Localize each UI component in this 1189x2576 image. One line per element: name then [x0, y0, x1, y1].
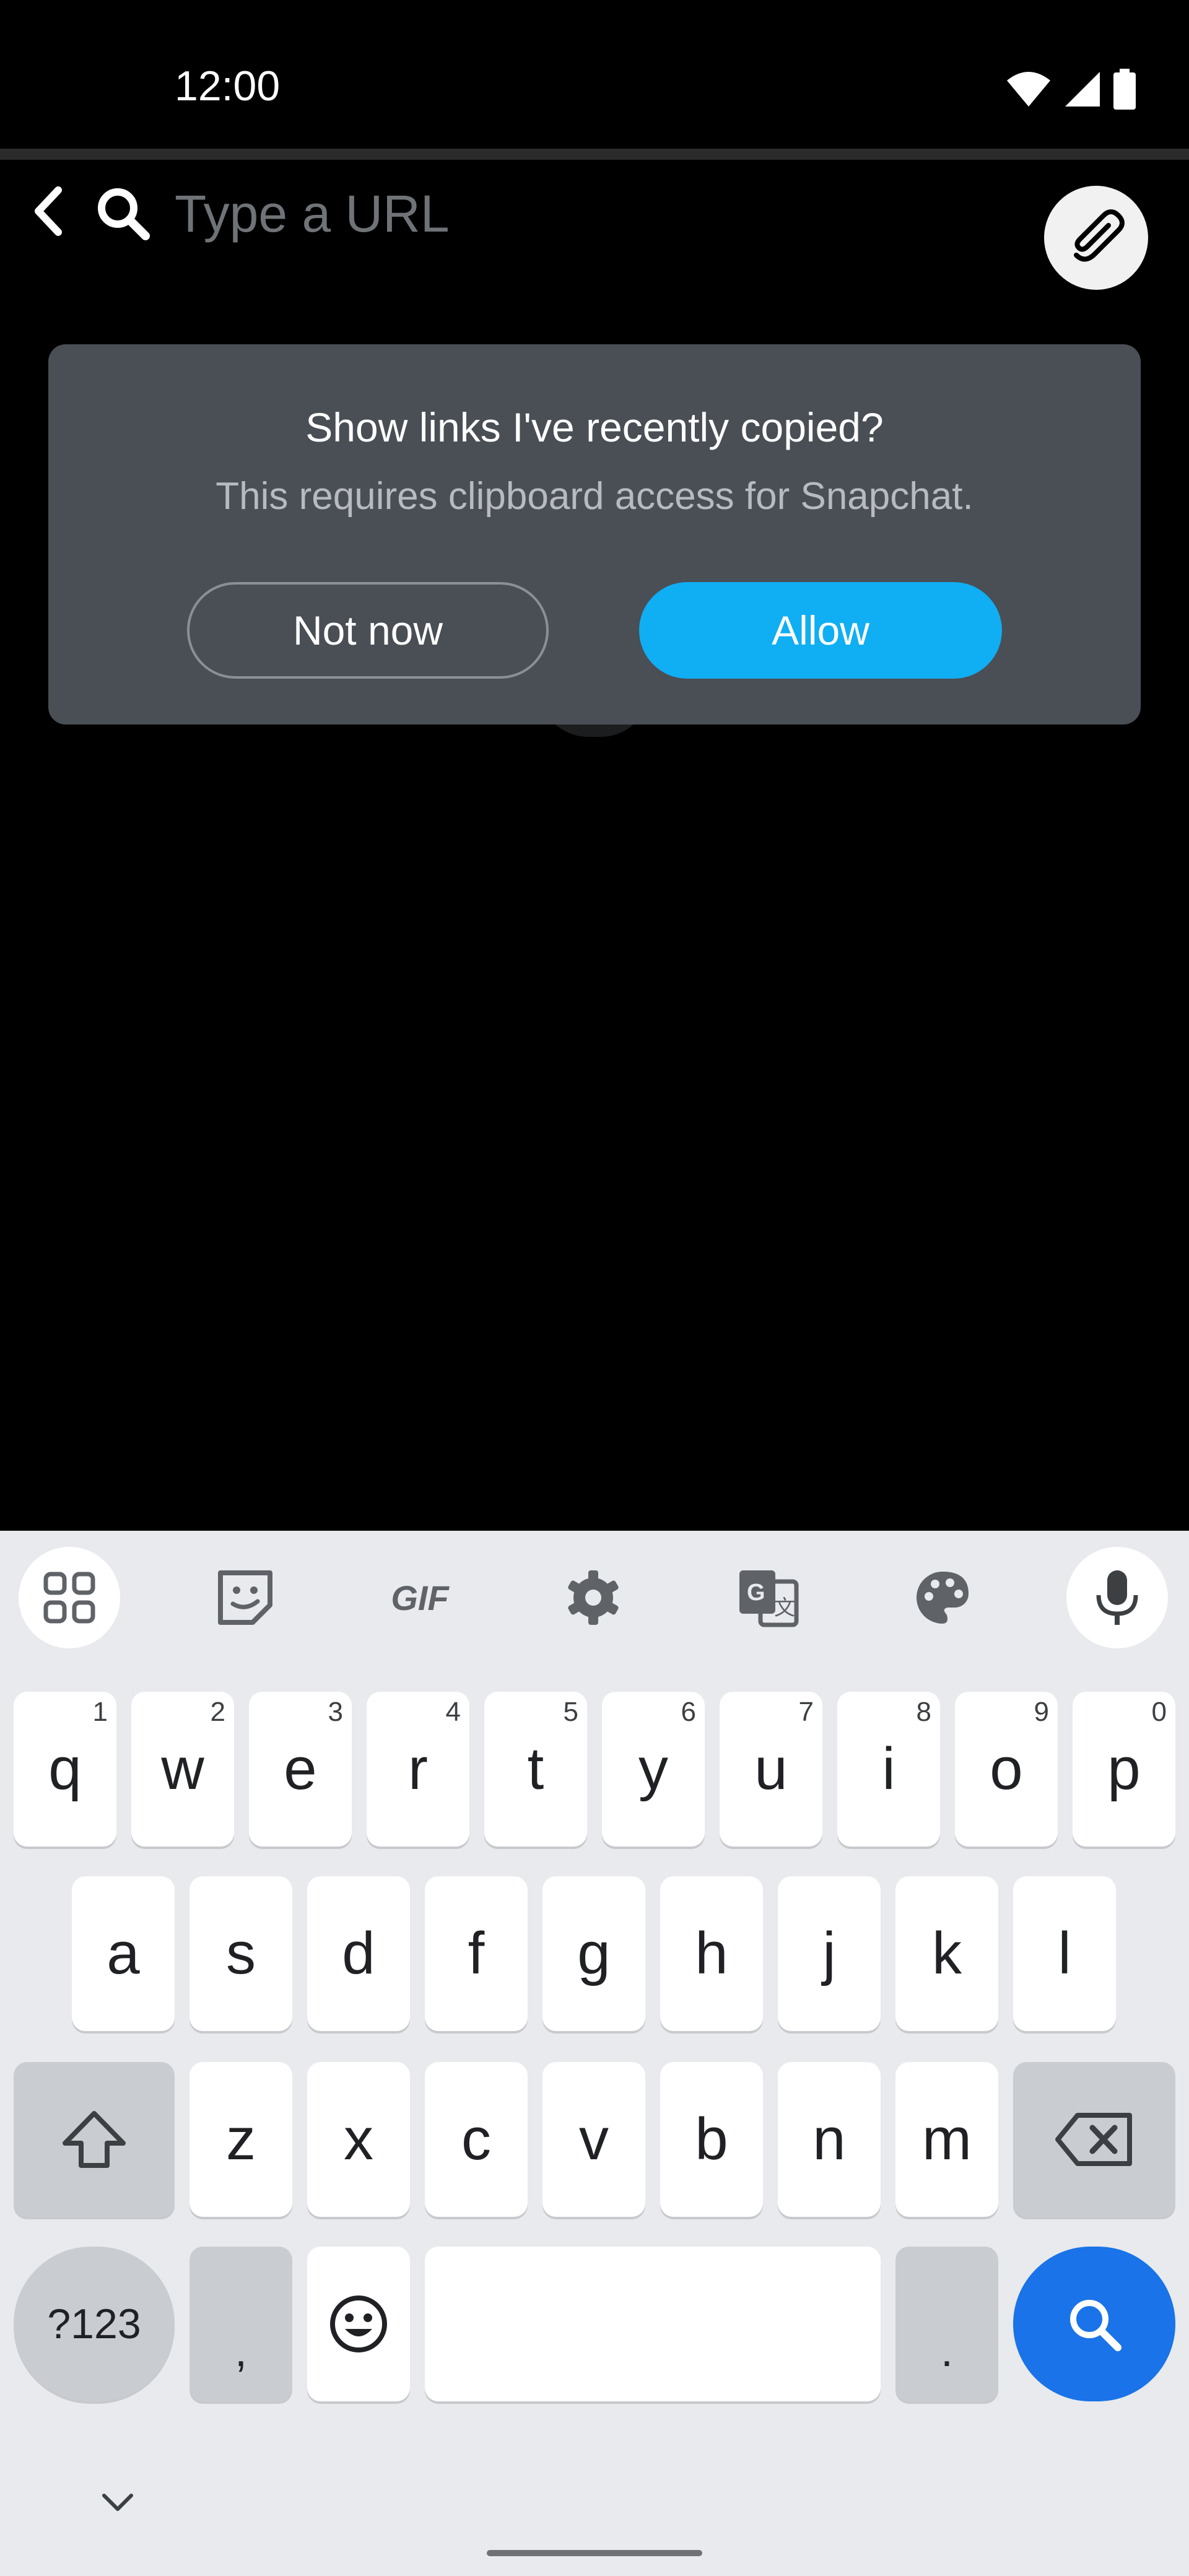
key-z[interactable]: z [189, 2062, 292, 2217]
back-button[interactable] [26, 183, 69, 239]
key-hint: 6 [681, 1697, 696, 1727]
key-c[interactable]: c [425, 2062, 528, 2217]
key-hint: 7 [798, 1697, 814, 1727]
palette-icon [916, 1572, 969, 1624]
key-h[interactable]: h [660, 1876, 763, 2031]
search-icon [1070, 2300, 1121, 2351]
key-label: o [990, 1736, 1023, 1802]
dialog-subtitle: This requires clipboard access for Snapc… [216, 475, 973, 518]
status-time: 12:00 [175, 63, 281, 110]
collapse-keyboard-button[interactable] [93, 2484, 142, 2522]
key-hint: 9 [1034, 1697, 1049, 1727]
apps-button[interactable] [19, 1547, 120, 1648]
key-i[interactable]: 8i [837, 1692, 940, 1847]
key-r[interactable]: 4r [367, 1692, 469, 1847]
wifi-icon [1007, 72, 1050, 107]
paperclip-icon [1074, 209, 1125, 262]
key-n[interactable]: n [778, 2062, 881, 2217]
key-f[interactable]: f [425, 1876, 528, 2031]
clipboard-permission-dialog: Show links I've recently copied? This re… [48, 344, 1141, 724]
attach-button[interactable] [1044, 186, 1148, 290]
signal-icon [1065, 72, 1100, 107]
key-p[interactable]: 0p [1073, 1692, 1175, 1847]
key-label: e [284, 1736, 317, 1802]
allow-button[interactable]: Allow [639, 582, 1002, 679]
key-label: t [527, 1736, 544, 1802]
grid-icon [43, 1572, 95, 1624]
status-bar: 12:00 [0, 0, 1189, 149]
key-hint: 2 [210, 1697, 225, 1727]
header-divider [0, 149, 1189, 160]
key-hint: 0 [1151, 1697, 1167, 1727]
key-label: u [754, 1736, 788, 1802]
chevron-down-icon [102, 2494, 133, 2511]
key-label: p [1107, 1736, 1141, 1802]
key-hint: 8 [916, 1697, 931, 1727]
url-input[interactable] [175, 180, 1011, 248]
key-t[interactable]: 5t [484, 1692, 587, 1847]
sticker-button[interactable] [194, 1547, 296, 1648]
emoji-key[interactable] [307, 2247, 410, 2401]
key-q[interactable]: 1q [14, 1692, 116, 1847]
search-icon [93, 183, 152, 243]
key-w[interactable]: 2w [131, 1692, 234, 1847]
translate-icon: G 文 [739, 1570, 799, 1627]
not-now-button[interactable]: Not now [187, 582, 549, 679]
key-label: q [48, 1736, 82, 1802]
key-d[interactable]: d [307, 1876, 410, 2031]
key-label: y [638, 1736, 668, 1802]
key-a[interactable]: a [72, 1876, 175, 2031]
key-o[interactable]: 9o [955, 1692, 1058, 1847]
home-indicator[interactable] [487, 2550, 702, 2556]
symbols-key[interactable]: ?123 [14, 2247, 175, 2401]
gear-icon [568, 1570, 619, 1625]
battery-icon [1113, 69, 1136, 110]
key-s[interactable]: s [189, 1876, 292, 2031]
key-label: i [882, 1736, 895, 1802]
voice-input-button[interactable] [1066, 1547, 1168, 1648]
svg-text:文: 文 [774, 1596, 795, 1620]
shift-icon [63, 2111, 126, 2168]
space-key[interactable] [425, 2247, 881, 2401]
key-e[interactable]: 3e [249, 1692, 352, 1847]
key-b[interactable]: b [660, 2062, 763, 2217]
backspace-icon [1055, 2113, 1132, 2166]
settings-button[interactable] [542, 1547, 644, 1648]
chevron-left-icon [35, 186, 62, 236]
shift-key[interactable] [14, 2062, 175, 2217]
dialog-title: Show links I've recently copied? [305, 404, 884, 450]
svg-text:G: G [747, 1580, 765, 1606]
search-key[interactable] [1013, 2247, 1175, 2401]
gif-label: GIF [391, 1578, 449, 1617]
theme-button[interactable] [892, 1547, 993, 1648]
key-k[interactable]: k [895, 1876, 998, 2031]
key-u[interactable]: 7u [720, 1692, 822, 1847]
key-label: r [408, 1736, 428, 1802]
key-label: w [161, 1736, 204, 1802]
key-hint: 1 [92, 1697, 108, 1727]
key-y[interactable]: 6y [602, 1692, 705, 1847]
key-l[interactable]: l [1013, 1876, 1116, 2031]
comma-key[interactable]: , [189, 2247, 292, 2401]
backspace-key[interactable] [1013, 2062, 1175, 2217]
key-j[interactable]: j [778, 1876, 881, 2031]
gif-button[interactable]: GIF [369, 1547, 471, 1648]
translate-button[interactable]: G 文 [717, 1547, 819, 1648]
emoji-icon [330, 2295, 387, 2352]
key-x[interactable]: x [307, 2062, 410, 2217]
key-hint: 3 [328, 1697, 343, 1727]
keyboard: GIF G 文 1 q 2 w 3 e 4 r 5 t 6 y 7 u 8 i … [0, 1531, 1189, 2576]
status-icons [1006, 67, 1136, 111]
key-v[interactable]: v [542, 2062, 645, 2217]
microphone-icon [1096, 1570, 1138, 1625]
key-hint: 5 [563, 1697, 578, 1727]
key-g[interactable]: g [542, 1876, 645, 2031]
period-key[interactable]: . [895, 2247, 998, 2401]
key-m[interactable]: m [895, 2062, 998, 2217]
sticker-icon [218, 1570, 272, 1625]
key-hint: 4 [445, 1697, 461, 1727]
